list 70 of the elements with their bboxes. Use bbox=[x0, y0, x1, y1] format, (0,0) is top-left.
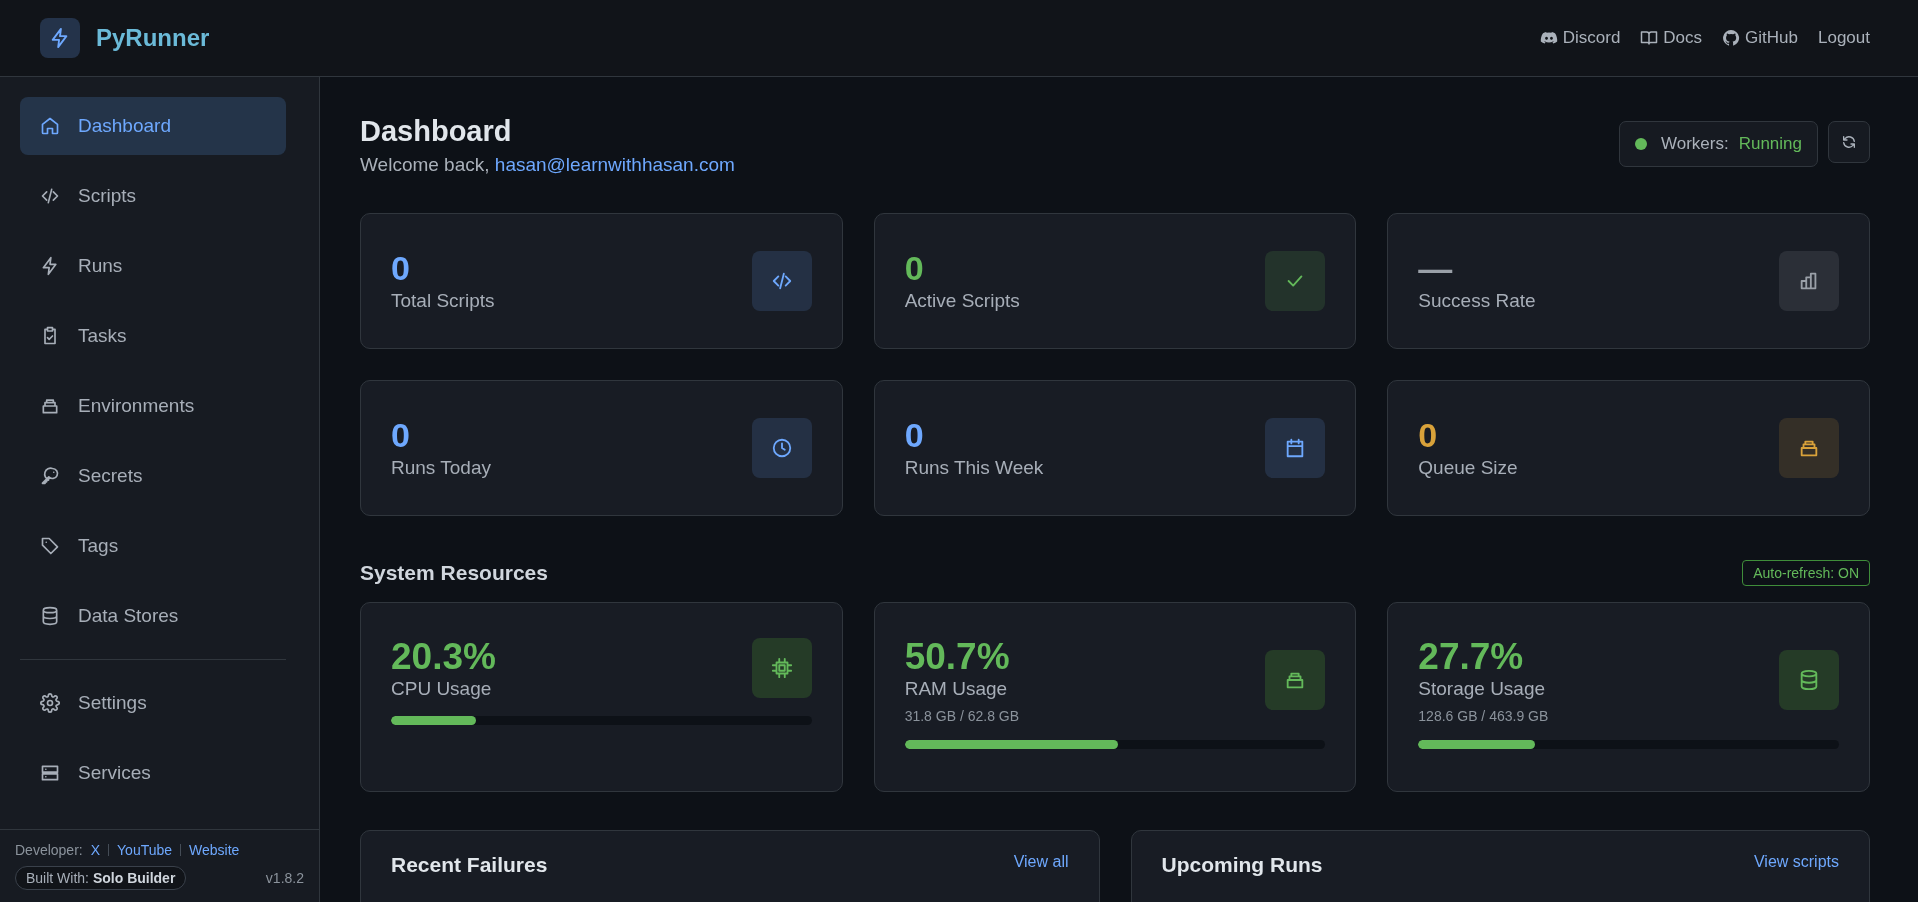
stat-label: Success Rate bbox=[1418, 289, 1536, 312]
workers-state: Running bbox=[1738, 134, 1802, 154]
panel-link[interactable]: View scripts bbox=[1753, 853, 1839, 871]
welcome-text: Welcome back, hasan@learnwithhasan.com bbox=[360, 154, 735, 176]
home-icon bbox=[40, 116, 60, 136]
sidebar-item[interactable]: Runs bbox=[20, 237, 286, 295]
sidebar-item[interactable]: Tasks bbox=[20, 307, 286, 365]
stat-label: Runs This Week bbox=[904, 456, 1044, 479]
cat-icon bbox=[1722, 29, 1741, 47]
footer-link[interactable]: Website bbox=[189, 842, 240, 858]
stat-value: 0 bbox=[904, 417, 925, 455]
page-title: Dashboard bbox=[360, 115, 513, 148]
sidebar-item[interactable]: Scripts bbox=[20, 167, 286, 225]
tag-icon bbox=[40, 536, 60, 556]
app-name: PyRunner bbox=[96, 24, 210, 52]
clock-icon bbox=[770, 437, 793, 459]
stat-label: Queue Size bbox=[1418, 456, 1518, 479]
database-icon bbox=[40, 606, 60, 626]
footer-link[interactable]: YouTube bbox=[117, 842, 173, 858]
resource-value: 50.7% bbox=[904, 637, 1011, 678]
lightning-icon bbox=[40, 256, 60, 276]
sidebar-item[interactable]: Dashboard bbox=[20, 97, 286, 155]
auto-refresh-badge: Auto-refresh: ON bbox=[1742, 560, 1870, 586]
section-title: System Resources bbox=[360, 561, 548, 585]
sidebar-item[interactable]: Environments bbox=[20, 377, 286, 435]
stat-label: Runs Today bbox=[391, 456, 491, 479]
resource-value: 27.7% bbox=[1418, 637, 1525, 678]
server-icon bbox=[40, 763, 60, 783]
sidebar-item[interactable]: Data Stores bbox=[20, 587, 286, 645]
resource-detail: 31.8 GB / 62.8 GB bbox=[904, 707, 1020, 724]
stat-value: 0 bbox=[391, 417, 411, 455]
panel-link[interactable]: View all bbox=[1013, 853, 1069, 871]
resource-value: 20.3% bbox=[391, 637, 496, 678]
header-link[interactable]: Docs bbox=[1640, 28, 1703, 48]
sidebar-item[interactable]: Tags bbox=[20, 517, 286, 575]
refresh-button[interactable] bbox=[1828, 121, 1870, 163]
settings-icon bbox=[40, 693, 60, 713]
stat-value: — bbox=[1418, 250, 1454, 288]
resource-label: Storage Usage bbox=[1418, 677, 1547, 700]
stat-value: 0 bbox=[904, 250, 925, 288]
panel-title: Recent Failures bbox=[391, 853, 548, 877]
stat-label: Active Scripts bbox=[904, 289, 1020, 312]
stat-label: Total Scripts bbox=[391, 289, 495, 312]
header-link[interactable]: Discord bbox=[1539, 28, 1621, 48]
logo-icon bbox=[40, 18, 80, 58]
panel-title: Upcoming Runs bbox=[1161, 853, 1323, 877]
header-link[interactable]: Logout bbox=[1818, 28, 1870, 48]
built-with-badge[interactable]: Built With: Solo Builder bbox=[15, 866, 187, 890]
code-icon bbox=[40, 186, 60, 206]
refresh-icon bbox=[1841, 134, 1857, 150]
sidebar-item[interactable]: Settings bbox=[20, 674, 286, 732]
chip-icon bbox=[770, 657, 793, 680]
developer-label: Developer: bbox=[15, 842, 83, 858]
code-icon bbox=[770, 270, 793, 292]
stack-icon bbox=[40, 396, 60, 416]
version-text: v1.8.2 bbox=[265, 870, 304, 886]
header-link[interactable]: GitHub bbox=[1722, 28, 1798, 48]
workers-label: Workers: bbox=[1660, 134, 1729, 154]
stat-value: 0 bbox=[391, 250, 411, 288]
sidebar-item[interactable]: Secrets bbox=[20, 447, 286, 505]
database-icon bbox=[1798, 669, 1820, 692]
footer-link[interactable]: X bbox=[90, 842, 101, 858]
resource-label: CPU Usage bbox=[391, 677, 493, 700]
sidebar-item[interactable]: Services bbox=[20, 744, 286, 802]
resource-label: RAM Usage bbox=[904, 677, 1009, 700]
book-icon bbox=[1640, 29, 1659, 47]
email-link[interactable]: hasan@learnwithhasan.com bbox=[494, 154, 735, 175]
key-icon bbox=[40, 466, 60, 486]
resource-detail: 128.6 GB / 463.9 GB bbox=[1418, 707, 1549, 724]
stat-value: 0 bbox=[1418, 417, 1439, 455]
